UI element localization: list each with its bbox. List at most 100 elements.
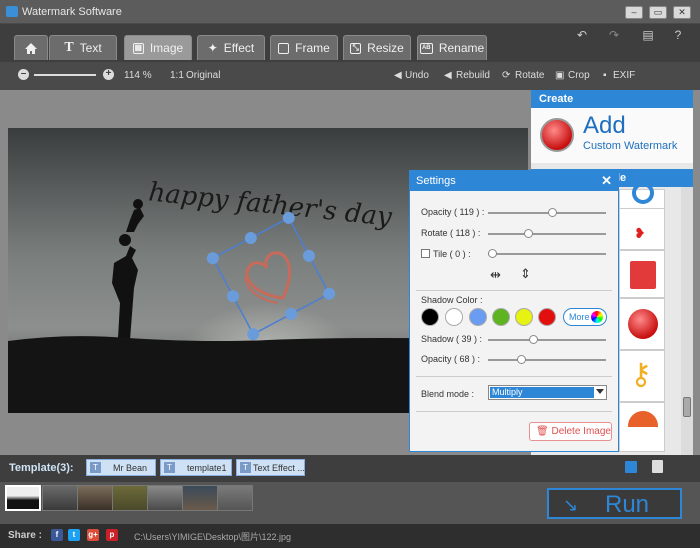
- redo-arrow-icon[interactable]: ↷: [606, 28, 622, 42]
- more-colors-button[interactable]: More: [563, 308, 607, 326]
- template-thumb-key[interactable]: ⚷: [619, 350, 665, 402]
- template-chip[interactable]: T Mr Bean: [86, 459, 156, 476]
- zoom-level: 114 %: [124, 70, 152, 81]
- twitter-icon[interactable]: t: [68, 529, 80, 541]
- more-colors-label: More: [569, 312, 590, 322]
- run-button[interactable]: ↘ Run: [547, 488, 682, 519]
- status-bar: Share : f t g+ p C:\Users\YIMIGE\Desktop…: [0, 524, 700, 548]
- tab-image-label: Image: [149, 41, 184, 55]
- template-thumb-blue-ring[interactable]: [619, 182, 665, 209]
- rotate-slider-knob[interactable]: [523, 229, 533, 238]
- template-thumb-red-button[interactable]: [619, 298, 665, 350]
- shadow-slider[interactable]: [488, 335, 606, 344]
- tab-home[interactable]: [14, 35, 48, 60]
- rotate-icon[interactable]: ⟳: [502, 70, 510, 81]
- shadow-color-white[interactable]: [445, 308, 463, 326]
- zoom-slider[interactable]: [34, 74, 96, 76]
- shadow-opacity-slider[interactable]: [488, 355, 606, 364]
- rotate-button[interactable]: Rotate: [515, 70, 544, 81]
- template-thumb-love-letter[interactable]: [619, 250, 665, 298]
- tab-frame[interactable]: Frame: [270, 35, 338, 60]
- image-thumbnail[interactable]: [112, 485, 148, 511]
- undo-button[interactable]: Undo: [405, 70, 429, 81]
- template-text-icon: T: [90, 462, 101, 473]
- rotate-slider[interactable]: [488, 229, 606, 238]
- shadow-color-green[interactable]: [492, 308, 510, 326]
- image-thumbnail[interactable]: [5, 485, 41, 511]
- shadow-opacity-slider-knob[interactable]: [517, 355, 527, 364]
- window-title: Watermark Software: [22, 6, 122, 18]
- heart-watermark-image[interactable]: [206, 211, 336, 341]
- shadow-color-yellow[interactable]: [515, 308, 533, 326]
- add-custom-watermark-button[interactable]: Add Custom Watermark: [531, 108, 693, 163]
- template-thumb-winged-heart[interactable]: ❥: [619, 208, 665, 250]
- rebuild-button[interactable]: Rebuild: [456, 70, 490, 81]
- shadow-color-black[interactable]: [421, 308, 439, 326]
- shadow-slider-knob[interactable]: [529, 335, 539, 344]
- opacity-slider-knob[interactable]: [547, 208, 557, 217]
- rotate-label: Rotate ( 118 ) :: [421, 228, 481, 238]
- tab-text[interactable]: T Text: [49, 35, 117, 60]
- zoom-out-icon[interactable]: –: [18, 69, 29, 80]
- pinterest-icon[interactable]: p: [106, 529, 118, 541]
- tab-resize[interactable]: ⤡ Resize: [343, 35, 411, 60]
- close-window-button[interactable]: ✕: [673, 6, 691, 19]
- home-icon: [25, 42, 37, 54]
- image-thumbnail[interactable]: [182, 485, 218, 511]
- main-tab-bar: T Text ▦ Image ✦ Effect Frame ⤡ Resize A…: [0, 24, 700, 62]
- library-scrollbar[interactable]: [681, 187, 693, 455]
- undo-arrow-icon[interactable]: ↶: [574, 28, 590, 42]
- tab-effect[interactable]: ✦ Effect: [197, 35, 265, 60]
- template-chip[interactable]: T Text Effect ...: [236, 459, 305, 476]
- google-plus-icon[interactable]: g+: [87, 529, 99, 541]
- winged-heart-icon: ❥: [634, 225, 646, 241]
- original-size-icon[interactable]: 1:1: [170, 70, 184, 81]
- shadow-color-blue[interactable]: [469, 308, 487, 326]
- delete-image-button[interactable]: 🗑 Delete Image: [529, 422, 612, 441]
- save-template-icon[interactable]: [625, 461, 637, 473]
- tile-slider-knob[interactable]: [488, 249, 497, 258]
- template-chip[interactable]: T template1: [160, 459, 232, 476]
- image-icon: ▦: [132, 42, 144, 54]
- template-thumb-umbrella[interactable]: [619, 402, 665, 452]
- exif-button[interactable]: EXIF: [613, 70, 635, 81]
- scrollbar-thumb[interactable]: [683, 397, 691, 417]
- image-thumbnail[interactable]: [77, 485, 113, 511]
- maximize-button[interactable]: ▭: [649, 6, 667, 19]
- crop-icon[interactable]: ▣: [555, 70, 564, 81]
- blend-mode-value: Multiply: [490, 387, 594, 398]
- tile-slider[interactable]: [488, 249, 606, 258]
- tab-rename[interactable]: AB Rename: [417, 35, 487, 60]
- flip-vertical-icon[interactable]: ⇕: [520, 266, 531, 282]
- tab-text-label: Text: [79, 41, 102, 55]
- facebook-icon[interactable]: f: [51, 529, 63, 541]
- shadow-color-red[interactable]: [538, 308, 556, 326]
- tab-image[interactable]: ▦ Image: [124, 35, 192, 60]
- image-thumbnail[interactable]: [147, 485, 183, 511]
- original-button[interactable]: Original: [186, 70, 220, 81]
- divider: [416, 376, 612, 377]
- template-list-icon[interactable]: [652, 460, 663, 473]
- opacity-label: Opacity ( 119 ) :: [421, 207, 485, 217]
- settings-title: Settings: [410, 171, 618, 191]
- close-settings-icon[interactable]: ✕: [601, 173, 612, 189]
- red-button-icon: [628, 309, 658, 339]
- crop-button[interactable]: Crop: [568, 70, 590, 81]
- resize-icon: ⤡: [350, 42, 362, 54]
- opacity-slider[interactable]: [488, 208, 606, 217]
- help-icon[interactable]: ?: [670, 28, 686, 42]
- zoom-in-icon[interactable]: +: [103, 69, 114, 80]
- exif-icon[interactable]: ▪: [603, 70, 607, 81]
- tile-checkbox[interactable]: [421, 249, 430, 258]
- undo-icon[interactable]: ◀: [394, 70, 402, 81]
- rebuild-icon[interactable]: ◀: [444, 70, 452, 81]
- image-thumbnail[interactable]: [217, 485, 253, 511]
- image-filmstrip: ↘ Run: [0, 482, 700, 524]
- minimize-button[interactable]: –: [625, 6, 643, 19]
- blend-mode-select[interactable]: Multiply: [488, 385, 607, 400]
- shadow-opacity-label: Opacity ( 68 ) :: [421, 354, 481, 364]
- image-thumbnail[interactable]: [42, 485, 78, 511]
- chat-icon[interactable]: ▤: [640, 28, 656, 42]
- template-chip-label: Mr Bean: [113, 463, 148, 473]
- flip-horizontal-icon[interactable]: ⇹: [490, 267, 501, 283]
